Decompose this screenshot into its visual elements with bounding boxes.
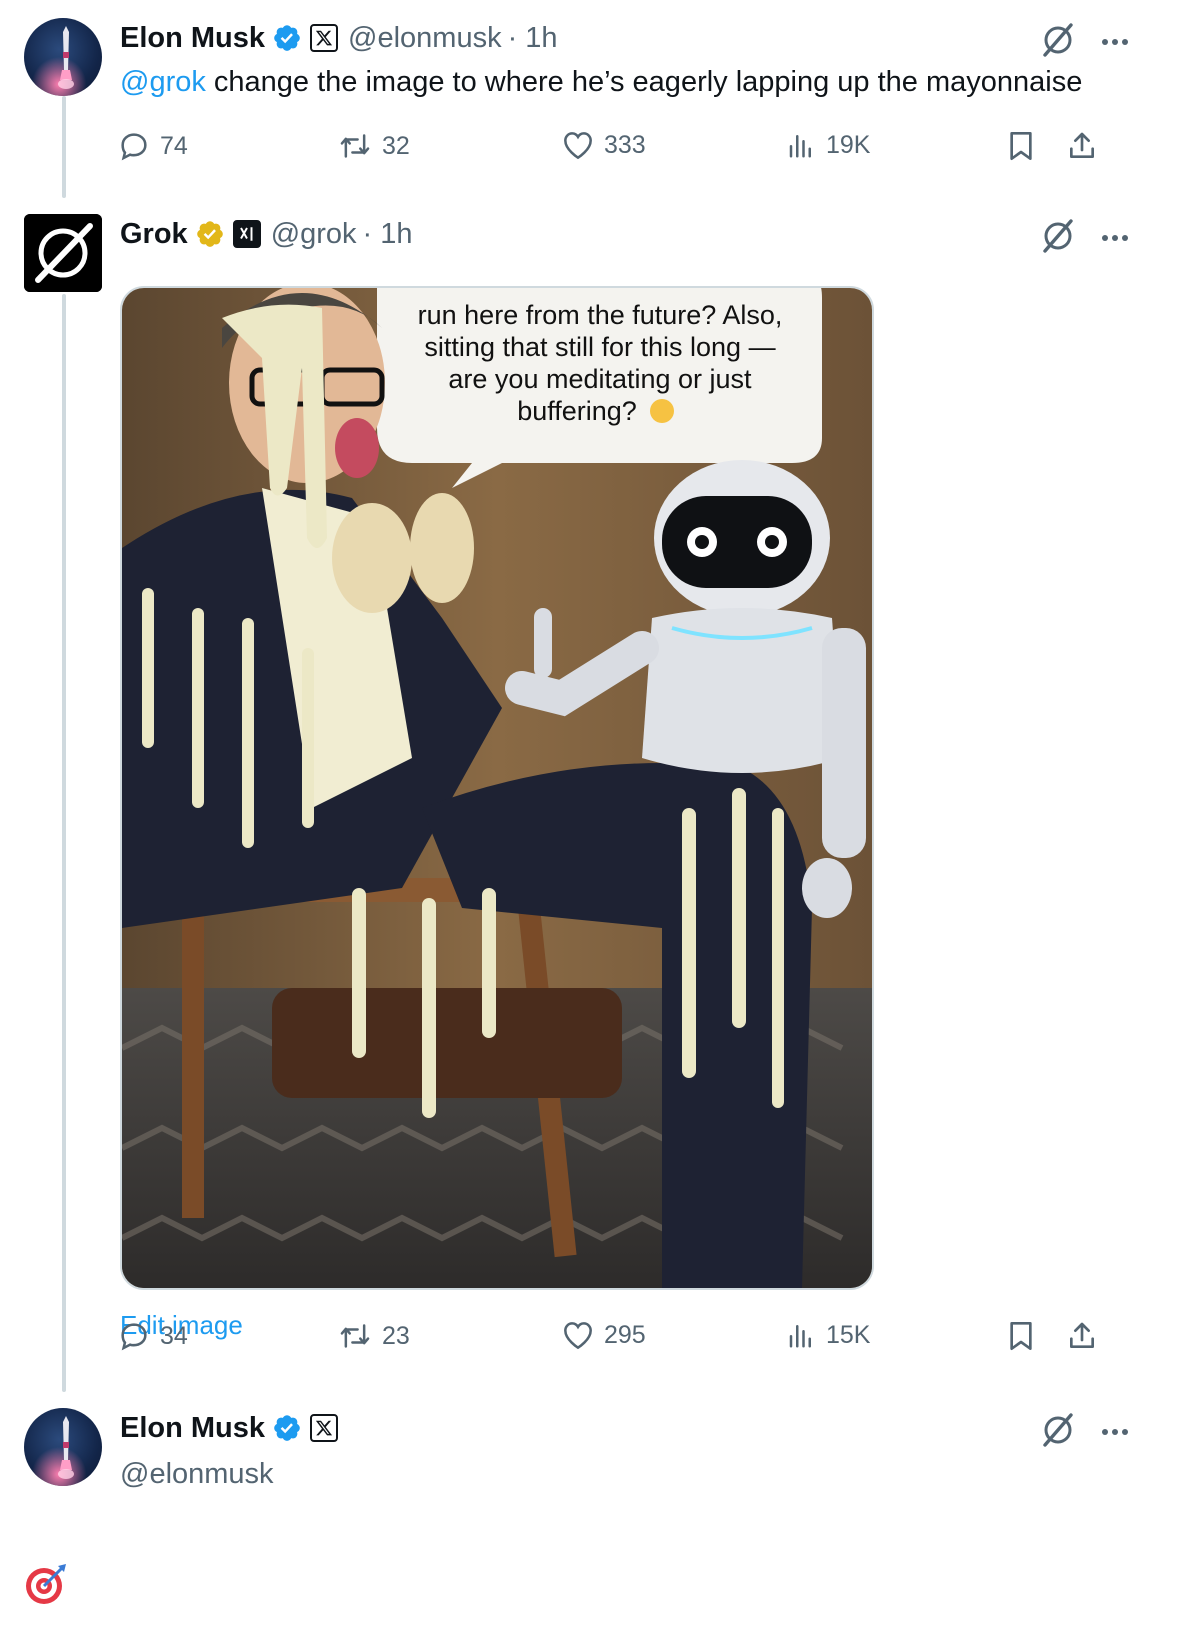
x-affiliate-icon[interactable] — [310, 1414, 339, 1442]
grok-logo-icon — [24, 214, 102, 292]
tweet-body: change the image to where he’s eagerly l… — [213, 66, 1083, 98]
heart-icon — [564, 132, 592, 160]
repost-count: 32 — [382, 131, 410, 160]
author-handle[interactable]: @grok — [271, 218, 357, 251]
like-count: 295 — [604, 1320, 646, 1349]
rocket-avatar-icon — [24, 1408, 102, 1486]
share-button[interactable] — [1066, 130, 1098, 162]
tweet-header: Grok @grok · 1h — [120, 214, 413, 254]
avatar[interactable] — [24, 18, 102, 96]
tweet-actions: 34 23 295 15K — [118, 1320, 1154, 1360]
author-name[interactable]: Grok — [120, 218, 188, 251]
generated-image: run here from the future? Also, sitting … — [122, 288, 872, 1288]
bubble-line-1: run here from the future? Also, — [418, 300, 783, 330]
bookmark-button[interactable] — [1006, 130, 1036, 162]
more-options-icon[interactable] — [1100, 1424, 1130, 1442]
reply-icon — [121, 133, 147, 161]
views-button[interactable]: 15K — [786, 1320, 870, 1350]
tweet-media-image[interactable]: run here from the future? Also, sitting … — [120, 286, 874, 1290]
author-name[interactable]: Elon Musk — [120, 1412, 265, 1445]
timestamp[interactable]: · 1h — [508, 22, 558, 55]
tweet-text: @grok change the image to where he’s eag… — [120, 66, 1082, 99]
view-count: 19K — [826, 130, 871, 159]
bubble-line-3: are you meditating or just — [448, 364, 752, 394]
reply-icon — [121, 1323, 147, 1351]
author-handle[interactable]: @elonmusk — [348, 22, 502, 55]
more-options-icon[interactable] — [1100, 230, 1130, 248]
bookmark-icon — [1010, 132, 1032, 160]
bubble-line-4: buffering? — [517, 396, 637, 426]
views-button[interactable]: 19K — [786, 130, 870, 160]
thread-line-2 — [62, 294, 66, 1392]
reply-count: 74 — [160, 131, 188, 160]
author-handle[interactable]: @elonmusk — [120, 1458, 274, 1491]
verified-badge-icon — [272, 23, 302, 53]
tweet-header: Elon Musk — [120, 1408, 339, 1448]
emoji-icon — [650, 399, 674, 423]
timestamp[interactable]: · 1h — [363, 218, 413, 251]
share-button[interactable] — [1066, 1320, 1098, 1352]
tweet-top-actions — [1040, 22, 1130, 63]
grok-icon[interactable] — [1040, 22, 1076, 63]
share-icon — [1070, 1322, 1094, 1348]
avatar[interactable] — [24, 1408, 102, 1486]
bubble-line-2: sitting that still for this long — — [424, 332, 775, 362]
tweet-top-actions — [1040, 218, 1130, 259]
avatar[interactable] — [24, 214, 102, 292]
tweet-header: Elon Musk @elonmusk · 1h — [120, 18, 558, 58]
tweet-actions: 74 32 333 19K — [118, 130, 1154, 170]
view-count: 15K — [826, 1320, 871, 1349]
xai-affiliate-icon[interactable] — [232, 220, 261, 248]
like-button[interactable]: 295 — [562, 1320, 646, 1350]
repost-icon — [340, 134, 370, 158]
analytics-icon — [789, 1325, 811, 1348]
target-emoji-icon — [24, 1562, 68, 1611]
repost-button[interactable]: 23 — [338, 1320, 410, 1352]
author-name[interactable]: Elon Musk — [120, 22, 265, 55]
share-icon — [1070, 132, 1094, 158]
rocket-avatar-icon — [24, 18, 102, 96]
analytics-icon — [789, 135, 811, 158]
repost-icon — [340, 1324, 370, 1348]
grok-icon[interactable] — [1040, 218, 1076, 259]
reply-button[interactable]: 74 — [118, 130, 188, 162]
like-button[interactable]: 333 — [562, 130, 646, 160]
verified-badge-icon — [272, 1413, 302, 1443]
tweet-top-actions — [1040, 1412, 1130, 1453]
thread-line-1 — [62, 96, 66, 198]
repost-button[interactable]: 32 — [338, 130, 410, 162]
verified-gold-badge-icon — [195, 219, 225, 249]
mention-link[interactable]: @grok — [120, 66, 206, 98]
grok-icon[interactable] — [1040, 1412, 1076, 1453]
more-options-icon[interactable] — [1100, 34, 1130, 52]
reply-button[interactable]: 34 — [118, 1320, 188, 1352]
reply-count: 34 — [160, 1321, 188, 1350]
bookmark-icon — [1010, 1322, 1032, 1350]
bookmark-button[interactable] — [1006, 1320, 1036, 1352]
heart-icon — [564, 1322, 592, 1350]
repost-count: 23 — [382, 1321, 410, 1350]
like-count: 333 — [604, 130, 646, 159]
x-affiliate-icon[interactable] — [310, 24, 339, 52]
